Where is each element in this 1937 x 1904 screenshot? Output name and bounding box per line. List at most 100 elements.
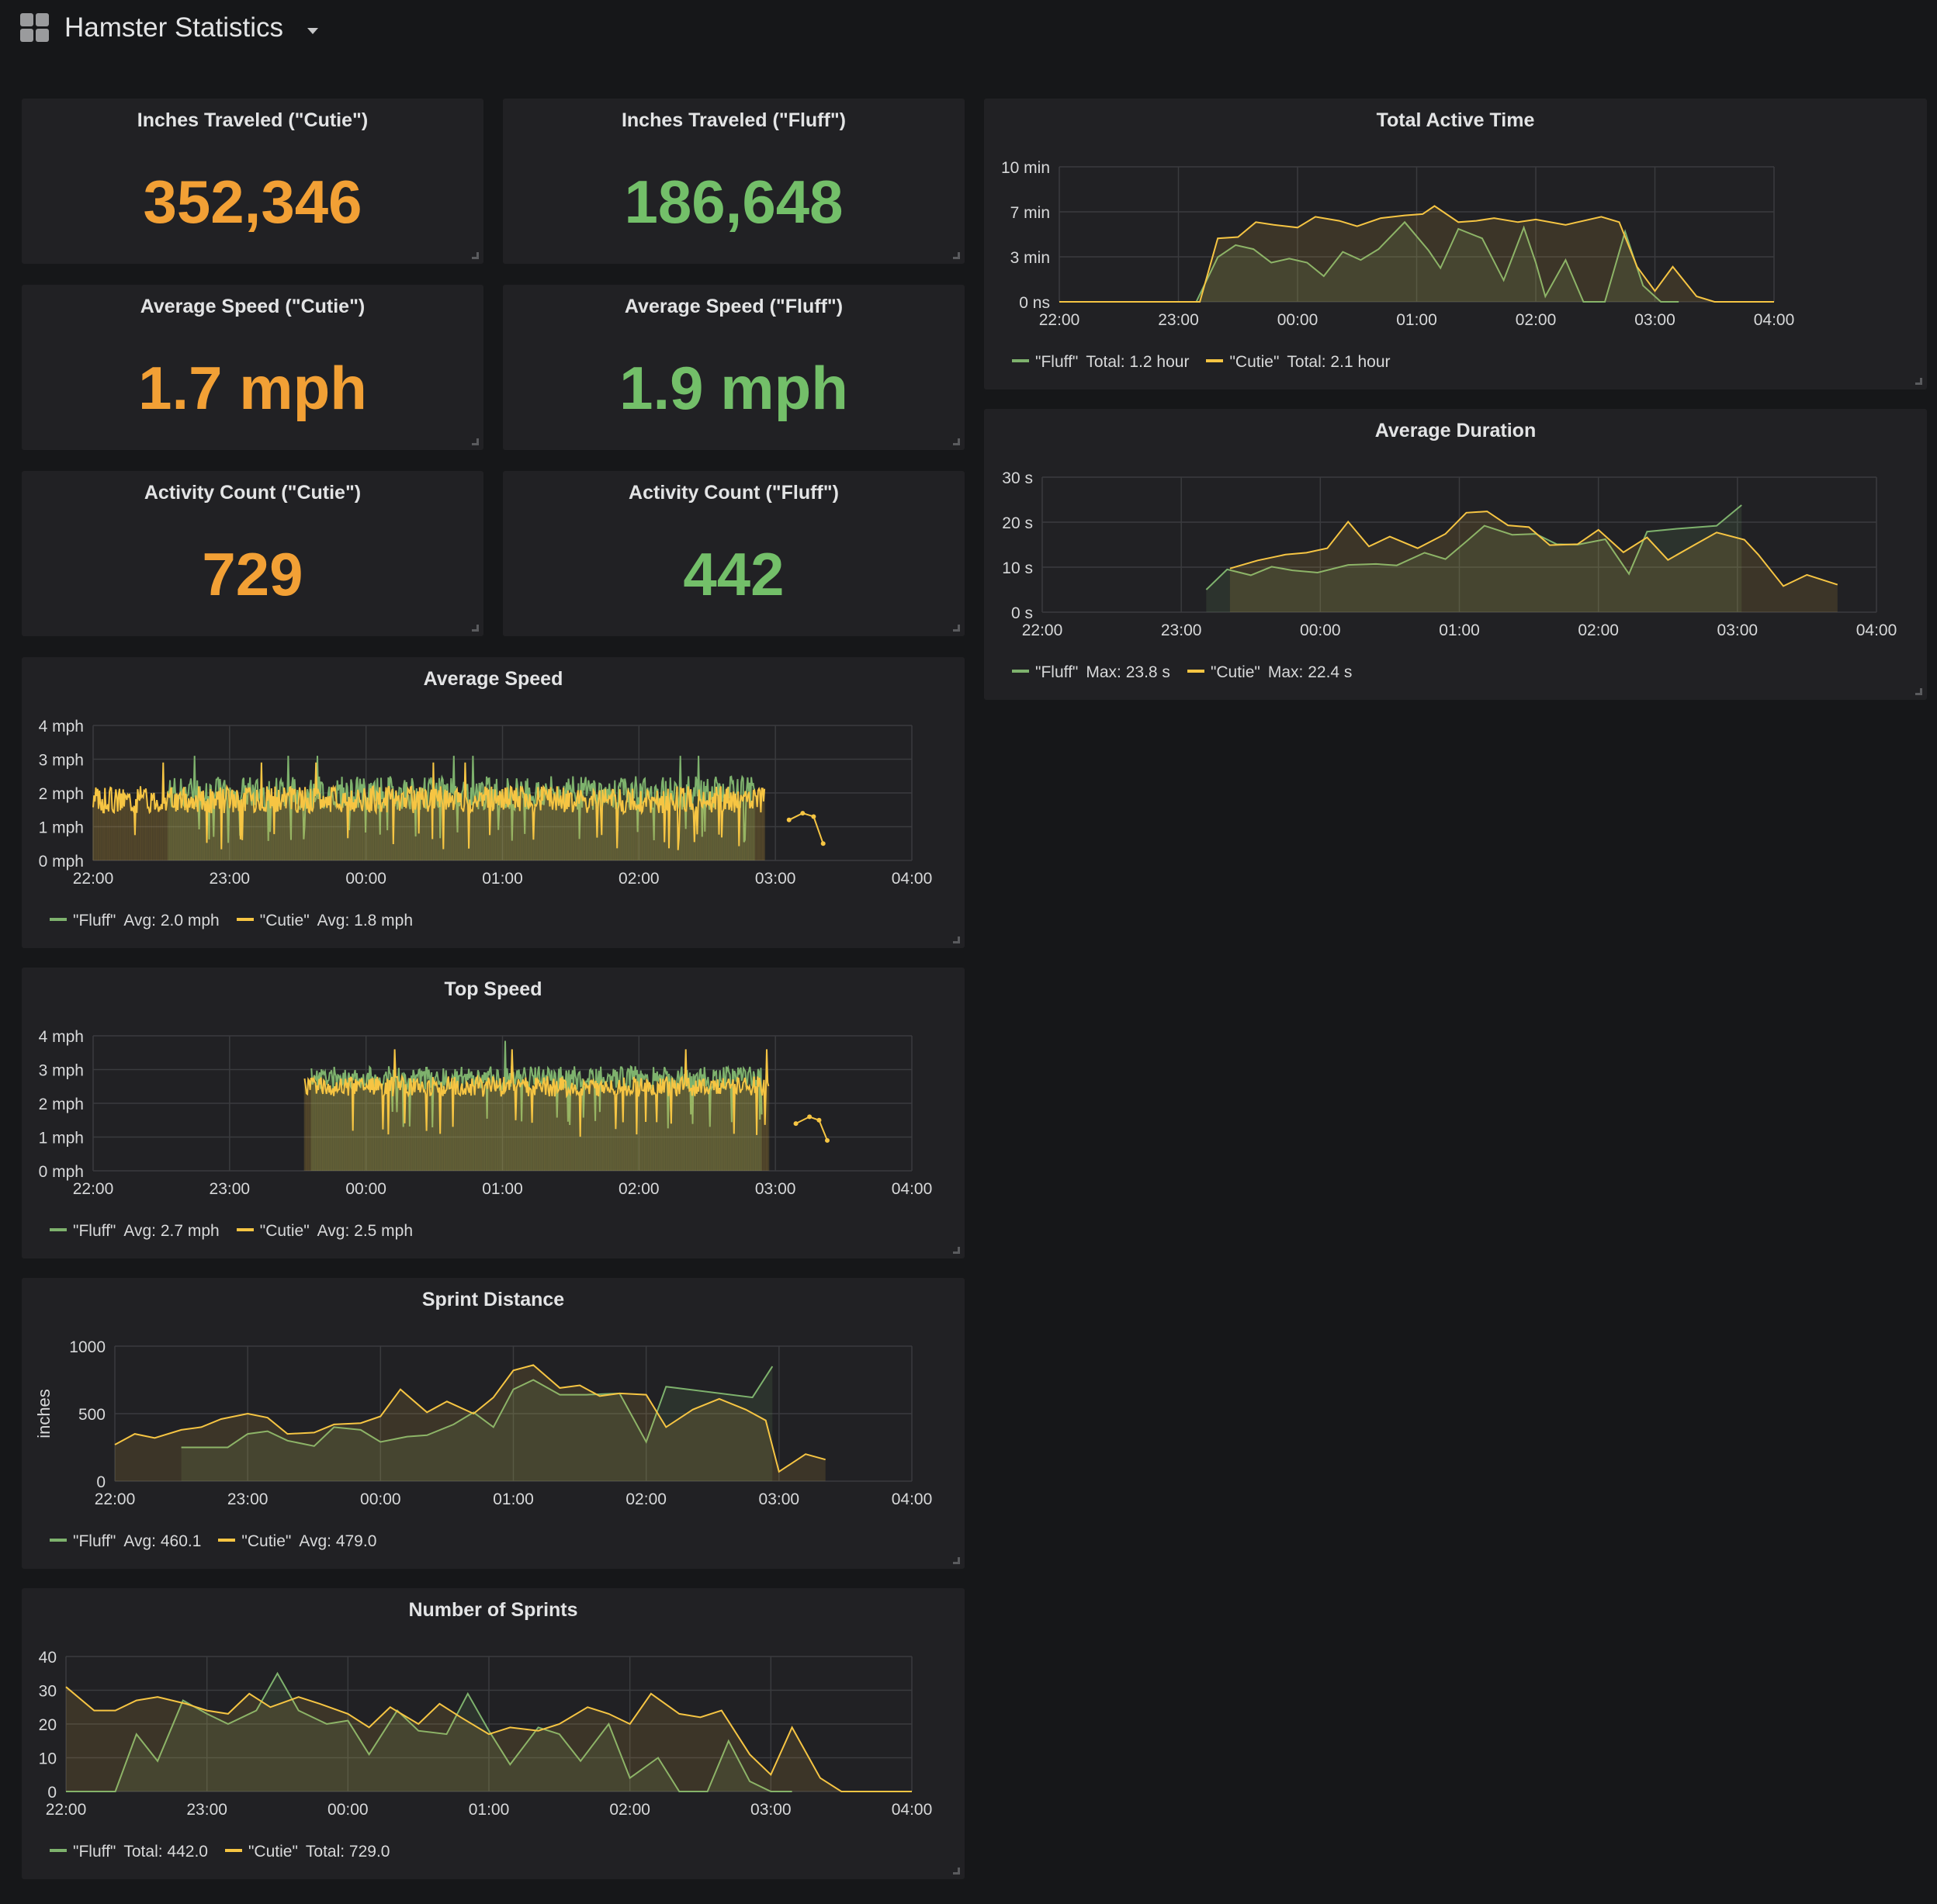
- stat-panel-speed-fluff[interactable]: Average Speed ("Fluff") 1.9 mph: [503, 285, 965, 450]
- resize-handle[interactable]: [472, 438, 479, 445]
- data-point: [793, 1121, 799, 1127]
- y-tick-label: 3 mph: [39, 752, 84, 770]
- chevron-down-icon[interactable]: [307, 28, 318, 34]
- x-tick-label: 01:00: [482, 1180, 523, 1198]
- legend-series-name: "Cutie": [1229, 353, 1280, 371]
- legend-item[interactable]: "Cutie" Total: 729.0: [224, 1843, 390, 1861]
- x-tick-label: 23:00: [1161, 621, 1202, 639]
- graph-canvas[interactable]: 0 mph 1 mph 2 mph 3 mph 4 mph 22:00 23:00 00:00…: [22, 657, 965, 948]
- legend-item[interactable]: "Fluff" Avg: 460.1: [50, 1532, 201, 1551]
- y-tick-label: 1000: [69, 1338, 106, 1356]
- legend-item[interactable]: "Fluff" Avg: 2.7 mph: [50, 1222, 220, 1241]
- y-tick-label: 20: [39, 1716, 57, 1734]
- panel-title[interactable]: Inches Traveled ("Cutie"): [22, 109, 483, 132]
- y-tick-label: 0 s: [1011, 604, 1033, 622]
- x-tick-label: 04:00: [892, 1180, 933, 1198]
- graph-panel-top-speed[interactable]: Top Speed 0 mph 1 mph 2 mph 3 mph 4 mph 22:00…: [22, 968, 965, 1258]
- x-tick-label: 22:00: [73, 870, 114, 888]
- resize-handle[interactable]: [472, 625, 479, 632]
- stat-value: 442: [683, 540, 785, 608]
- resize-handle[interactable]: [1915, 378, 1922, 385]
- resize-handle[interactable]: [953, 936, 960, 943]
- stat-panel-inches-cutie[interactable]: Inches Traveled ("Cutie") 352,346: [22, 99, 483, 264]
- graph-canvas[interactable]: 0 s 10 s 20 s 30 s 22:00 23:00 00:00 01:00 02:00…: [984, 409, 1927, 700]
- legend-item[interactable]: "Cutie" Max: 22.4 s: [1187, 663, 1352, 682]
- y-tick-label: 2 mph: [39, 785, 84, 803]
- legend-series-name: "Fluff": [73, 1532, 116, 1550]
- x-tick-label: 04:00: [892, 1801, 933, 1819]
- resize-handle[interactable]: [1915, 688, 1922, 695]
- graph-panel-number-of-sprints[interactable]: Number of Sprints 0 10 20 30 40 22:00 23:00 00:…: [22, 1588, 965, 1879]
- y-tick-label: 1 mph: [39, 1130, 84, 1148]
- legend-item[interactable]: "Cutie" Avg: 2.5 mph: [236, 1222, 413, 1241]
- graph-canvas[interactable]: 0 mph 1 mph 2 mph 3 mph 4 mph 22:00 23:00 00:00…: [22, 968, 965, 1258]
- resize-handle[interactable]: [953, 1868, 960, 1875]
- resize-handle[interactable]: [953, 1247, 960, 1254]
- y-tick-label: 7 min: [1010, 204, 1050, 222]
- stat-panel-inches-fluff[interactable]: Inches Traveled ("Fluff") 186,648: [503, 99, 965, 264]
- y-tick-label: 4 mph: [39, 1028, 84, 1046]
- graph-legend: "Fluff" Avg: 2.7 mph "Cutie" Avg: 2.5 mph: [50, 1222, 430, 1241]
- x-tick-label: 01:00: [1439, 621, 1480, 639]
- series-cutie[interactable]: [114, 1364, 826, 1481]
- series-cutie[interactable]: [1229, 511, 1838, 612]
- dashboard-title[interactable]: Hamster Statistics: [64, 12, 283, 43]
- x-tick-label: 01:00: [469, 1801, 510, 1819]
- stat-panel-count-cutie[interactable]: Activity Count ("Cutie") 729: [22, 471, 483, 636]
- legend-item[interactable]: "Cutie" Avg: 1.8 mph: [236, 912, 414, 930]
- x-tick-label: 00:00: [345, 870, 386, 888]
- legend-stat: Total: 729.0: [305, 1843, 390, 1861]
- y-tick-label: 30 s: [1002, 469, 1033, 487]
- legend-stat: Total: 442.0: [123, 1843, 208, 1861]
- resize-handle[interactable]: [953, 1557, 960, 1564]
- graph-canvas[interactable]: 0 ns 3 min 7 min 10 min 22:00 23:00 00:00 01:00…: [984, 99, 1927, 389]
- legend-swatch: [236, 918, 254, 922]
- resize-handle[interactable]: [953, 438, 960, 445]
- legend-item[interactable]: "Fluff" Max: 23.8 s: [1012, 663, 1170, 682]
- legend-item[interactable]: "Fluff" Avg: 2.0 mph: [50, 912, 220, 930]
- resize-handle[interactable]: [953, 625, 960, 632]
- x-tick-label: 00:00: [327, 1801, 369, 1819]
- x-tick-label: 22:00: [95, 1490, 136, 1508]
- legend-item[interactable]: "Cutie" Total: 2.1 hour: [1206, 353, 1391, 372]
- panel-title[interactable]: Average Speed ("Cutie"): [22, 296, 483, 318]
- x-tick-label: 03:00: [755, 870, 796, 888]
- graph-panel-average-speed[interactable]: Average Speed 0 mph 1 mph 2 mph 3 mph 4 mph 2…: [22, 657, 965, 948]
- graph-panel-total-active-time[interactable]: Total Active Time 0 ns 3 min 7 min 10 min 22…: [984, 99, 1927, 389]
- x-tick-label: 01:00: [1396, 311, 1437, 329]
- y-tick-label: 10 min: [1001, 159, 1050, 177]
- legend-item[interactable]: "Fluff" Total: 1.2 hour: [1012, 353, 1189, 372]
- resize-handle[interactable]: [472, 252, 479, 259]
- panel-title[interactable]: Activity Count ("Cutie"): [22, 482, 483, 504]
- stat-panel-speed-cutie[interactable]: Average Speed ("Cutie") 1.7 mph: [22, 285, 483, 450]
- x-tick-label: 03:00: [750, 1801, 792, 1819]
- legend-swatch: [1012, 670, 1029, 673]
- x-tick-label: 01:00: [493, 1490, 534, 1508]
- graph-legend: "Fluff" Total: 442.0 "Cutie" Total: 729.0: [50, 1843, 407, 1861]
- y-tick-label: 20 s: [1002, 514, 1033, 532]
- y-tick-label: 1 mph: [39, 819, 84, 837]
- graph-panel-sprint-distance[interactable]: Sprint Distance 0 500 1000 22:00 23:00 00:00 0…: [22, 1278, 965, 1569]
- data-point: [807, 1114, 813, 1120]
- resize-handle[interactable]: [953, 252, 960, 259]
- panel-title[interactable]: Average Speed ("Fluff"): [503, 296, 965, 318]
- legend-stat: Avg: 460.1: [123, 1532, 202, 1550]
- graph-canvas[interactable]: 0 500 1000 22:00 23:00 00:00 01:00 02:00 03:00 04…: [22, 1278, 965, 1569]
- series-cutie[interactable]: [303, 1049, 830, 1171]
- stat-panel-count-fluff[interactable]: Activity Count ("Fluff") 442: [503, 471, 965, 636]
- legend-swatch: [50, 1228, 67, 1232]
- series-line: [788, 812, 824, 844]
- legend-stat: Avg: 1.8 mph: [317, 912, 414, 929]
- y-tick-label: 500: [78, 1406, 106, 1424]
- panel-title[interactable]: Activity Count ("Fluff"): [503, 482, 965, 504]
- legend-item[interactable]: "Fluff" Total: 442.0: [50, 1843, 208, 1861]
- legend-swatch: [50, 1849, 67, 1853]
- legend-item[interactable]: "Cutie" Avg: 479.0: [218, 1532, 376, 1551]
- dashboard-grid-icon[interactable]: [20, 13, 50, 43]
- stat-value: 729: [202, 540, 303, 608]
- series-cutie[interactable]: [1059, 205, 1774, 303]
- graph-legend: "Fluff" Avg: 460.1 "Cutie" Avg: 479.0: [50, 1532, 393, 1551]
- panel-title[interactable]: Inches Traveled ("Fluff"): [503, 109, 965, 132]
- graph-panel-average-duration[interactable]: Average Duration 0 s 10 s 20 s 30 s 22:00 23:…: [984, 409, 1927, 700]
- graph-canvas[interactable]: 0 10 20 30 40 22:00 23:00 00:00 01:00 02:00 03:00 0…: [22, 1588, 965, 1879]
